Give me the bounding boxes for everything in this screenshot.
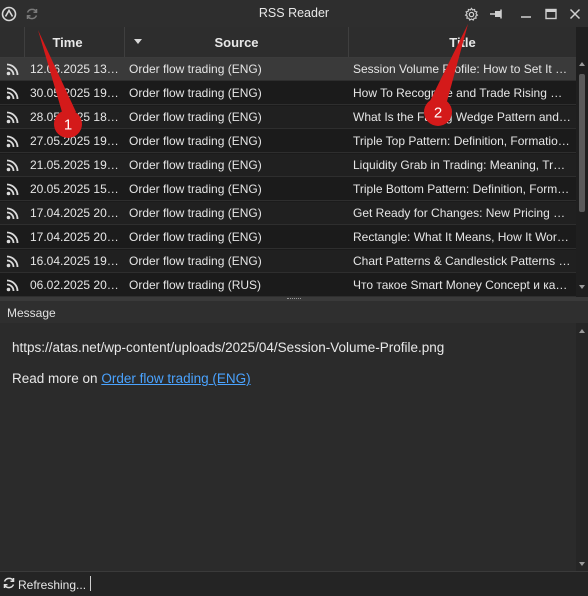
row-source: Order flow trading (ENG) bbox=[129, 62, 262, 76]
read-more-link[interactable]: Order flow trading (ENG) bbox=[101, 371, 250, 386]
row-source: Order flow trading (RUS) bbox=[129, 278, 262, 292]
rss-feed-icon bbox=[0, 202, 24, 225]
row-time: 27.05.2025 19:00 bbox=[30, 134, 122, 148]
row-title: Rectangle: What It Means, How It Works a… bbox=[353, 230, 571, 244]
row-source: Order flow trading (ENG) bbox=[129, 206, 262, 220]
rss-feed-icon bbox=[0, 82, 24, 105]
maximize-icon[interactable] bbox=[542, 5, 560, 23]
table-row[interactable]: 17.04.2025 20:11 Order flow trading (ENG… bbox=[0, 202, 576, 225]
status-text: Refreshing... bbox=[18, 578, 87, 592]
feed-grid: Time Source Title 12.06.2025 13:03 Order… bbox=[0, 27, 588, 297]
rss-feed-icon bbox=[0, 58, 24, 81]
table-row[interactable]: 12.06.2025 13:03 Order flow trading (ENG… bbox=[0, 58, 576, 81]
row-time: 28.05.2025 18:37 bbox=[30, 110, 122, 124]
message-header-label: Message bbox=[7, 306, 56, 320]
row-time: 06.02.2025 20:54 bbox=[30, 278, 122, 292]
column-header-time-label: Time bbox=[52, 34, 83, 50]
row-title: Chart Patterns & Candlestick Patterns Ch… bbox=[353, 254, 571, 268]
rss-feed-icon bbox=[0, 226, 24, 249]
table-row[interactable]: 27.05.2025 19:00 Order flow trading (ENG… bbox=[0, 130, 576, 153]
header-icon-column bbox=[0, 27, 25, 57]
row-time: 17.04.2025 20:01 bbox=[30, 230, 122, 244]
rss-feed-icon bbox=[0, 250, 24, 273]
row-source: Order flow trading (ENG) bbox=[129, 86, 262, 100]
message-pane: https://atas.net/wp-content/uploads/2025… bbox=[0, 323, 588, 571]
column-header-source-label: Source bbox=[214, 34, 259, 50]
rss-feed-icon bbox=[0, 274, 24, 297]
row-source: Order flow trading (ENG) bbox=[129, 254, 262, 268]
row-title: Session Volume Profile: How to Set It Up… bbox=[353, 62, 571, 76]
message-url-text: https://atas.net/wp-content/uploads/2025… bbox=[12, 340, 445, 355]
grid-scrollbar-thumb[interactable] bbox=[579, 74, 585, 212]
row-title: What Is the Falling Wedge Pattern and Ho… bbox=[353, 110, 571, 124]
row-source: Order flow trading (ENG) bbox=[129, 182, 262, 196]
table-row[interactable]: 28.05.2025 18:37 Order flow trading (ENG… bbox=[0, 106, 576, 129]
minimize-icon[interactable] bbox=[517, 5, 535, 23]
row-title: Triple Top Pattern: Definition, Formatio… bbox=[353, 134, 571, 148]
row-source: Order flow trading (ENG) bbox=[129, 230, 262, 244]
refreshing-spinner-icon bbox=[2, 576, 16, 593]
row-source: Order flow trading (ENG) bbox=[129, 110, 262, 124]
row-title: Get Ready for Changes: New Pricing and P… bbox=[353, 206, 571, 220]
row-time: 17.04.2025 20:11 bbox=[30, 206, 122, 220]
table-row[interactable]: 21.05.2025 19:11 Order flow trading (ENG… bbox=[0, 154, 576, 177]
column-header-source[interactable]: Source bbox=[125, 27, 349, 57]
status-separator bbox=[90, 576, 91, 591]
table-row[interactable]: 06.02.2025 20:54 Order flow trading (RUS… bbox=[0, 274, 576, 297]
row-source: Order flow trading (ENG) bbox=[129, 158, 262, 172]
pin-icon[interactable] bbox=[488, 5, 506, 23]
row-title: How To Recognize and Trade Rising Wedge … bbox=[353, 86, 571, 100]
status-bar: Refreshing... bbox=[0, 571, 588, 596]
rss-feed-icon bbox=[0, 154, 24, 177]
message-vertical-scrollbar[interactable] bbox=[576, 323, 588, 571]
message-pane-header: Message bbox=[0, 301, 588, 324]
column-header-title[interactable]: Title bbox=[349, 27, 576, 57]
read-more-prefix: Read more on bbox=[12, 371, 98, 386]
message-read-more: Read more on Order flow trading (ENG) bbox=[12, 371, 251, 386]
rss-feed-icon bbox=[0, 106, 24, 129]
table-row[interactable]: 17.04.2025 20:01 Order flow trading (ENG… bbox=[0, 226, 576, 249]
grid-header: Time Source Title bbox=[0, 27, 576, 58]
settings-gear-icon[interactable] bbox=[462, 5, 480, 23]
table-row[interactable]: 20.05.2025 15:11 Order flow trading (ENG… bbox=[0, 178, 576, 201]
table-row[interactable]: 30.05.2025 19:31 Order flow trading (ENG… bbox=[0, 82, 576, 105]
column-header-time[interactable]: Time bbox=[25, 27, 142, 57]
row-title: Что такое Smart Money Concept и как торг… bbox=[353, 278, 571, 292]
rss-feed-icon bbox=[0, 178, 24, 201]
row-source: Order flow trading (ENG) bbox=[129, 134, 262, 148]
close-icon[interactable] bbox=[566, 5, 584, 23]
row-time: 21.05.2025 19:11 bbox=[30, 158, 122, 172]
row-time: 20.05.2025 15:11 bbox=[30, 182, 122, 196]
title-bar: RSS Reader bbox=[0, 0, 588, 27]
row-time: 30.05.2025 19:31 bbox=[30, 86, 122, 100]
table-row[interactable]: 16.04.2025 19:00 Order flow trading (ENG… bbox=[0, 250, 576, 273]
column-header-title-label: Title bbox=[449, 34, 476, 50]
row-time: 16.04.2025 19:00 bbox=[30, 254, 122, 268]
row-title: Liquidity Grab in Trading: Meaning, Trad… bbox=[353, 158, 571, 172]
row-time: 12.06.2025 13:03 bbox=[30, 62, 122, 76]
rss-feed-icon bbox=[0, 130, 24, 153]
row-title: Triple Bottom Pattern: Definition, Forma… bbox=[353, 182, 571, 196]
